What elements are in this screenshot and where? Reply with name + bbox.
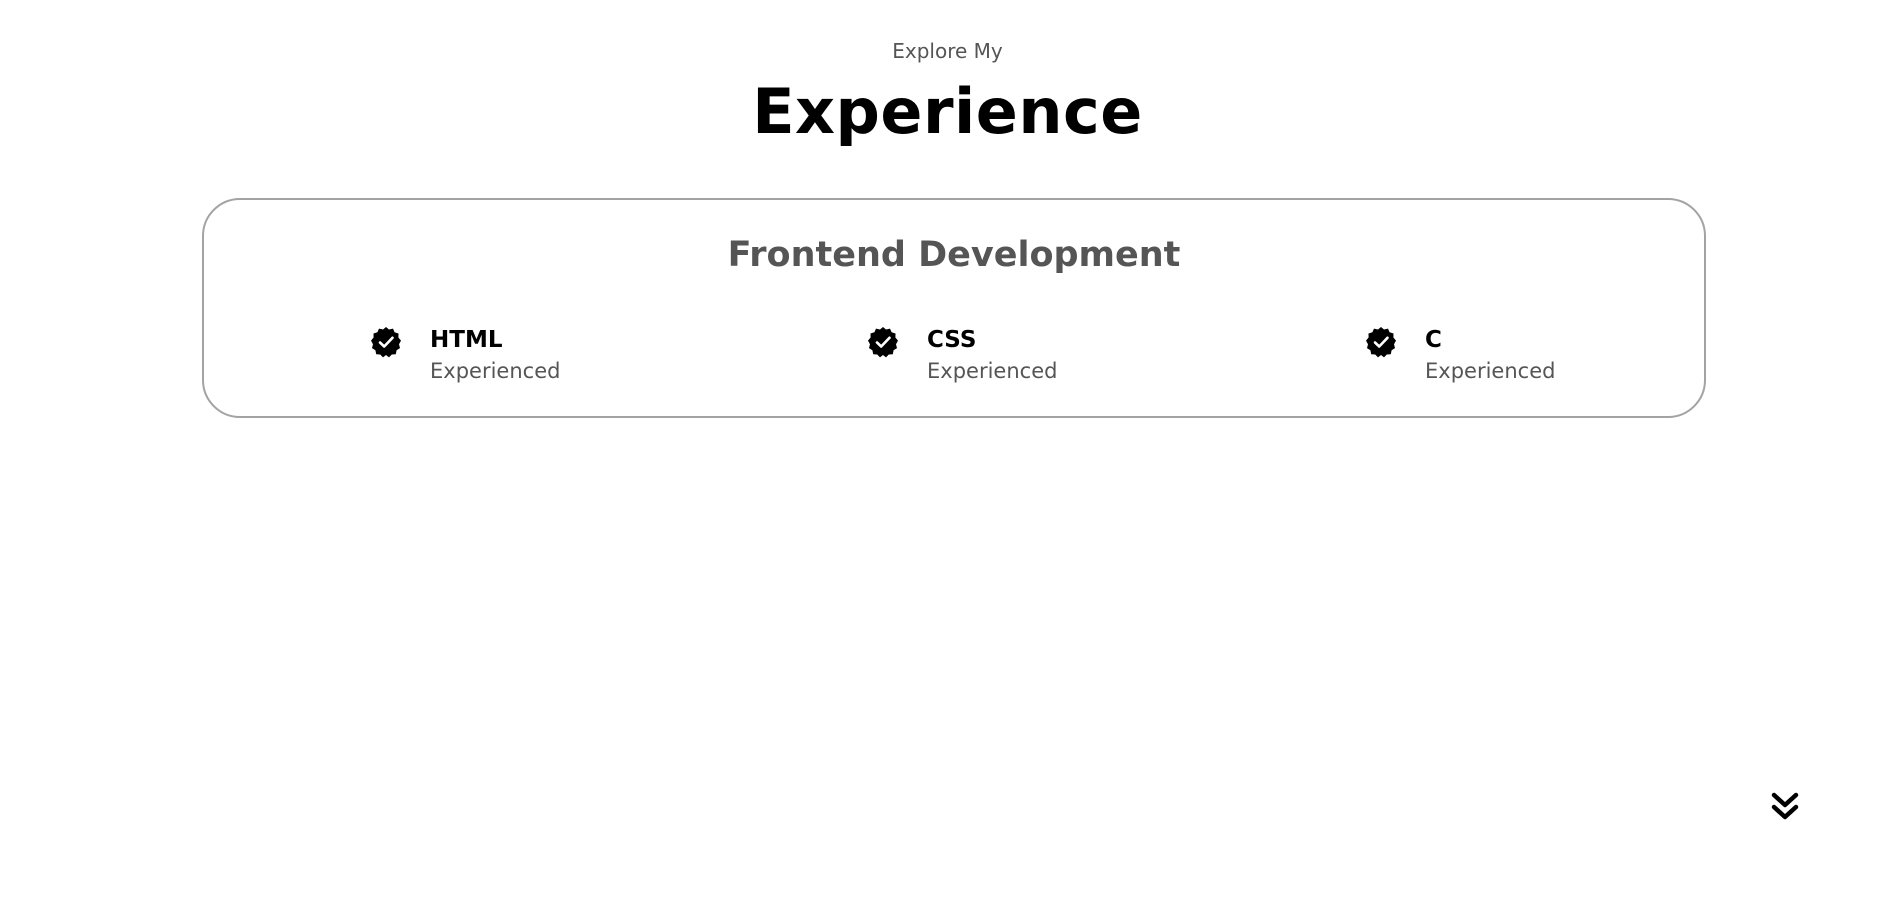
- card-title: Frontend Development: [727, 235, 1181, 275]
- skill-level: Experienced: [430, 359, 561, 383]
- skill-level: Experienced: [1425, 359, 1556, 383]
- skill-level: Experienced: [927, 359, 1058, 383]
- scroll-down-button[interactable]: [1767, 790, 1803, 826]
- skill-name: HTML: [430, 327, 503, 353]
- section-subtitle: Explore My: [892, 39, 1003, 63]
- skill-name: CSS: [927, 327, 977, 353]
- skill-name: C: [1425, 327, 1442, 353]
- double-chevron-down-icon: [1771, 792, 1799, 820]
- skills-card: Frontend Development HTML Experienced CS…: [202, 198, 1706, 418]
- verified-badge-icon: [868, 327, 898, 358]
- verified-badge-icon: [371, 327, 401, 358]
- verified-badge-icon: [1366, 327, 1396, 358]
- section-title: Experience: [752, 75, 1143, 148]
- experience-section: Explore My Experience Frontend Developme…: [0, 0, 1895, 905]
